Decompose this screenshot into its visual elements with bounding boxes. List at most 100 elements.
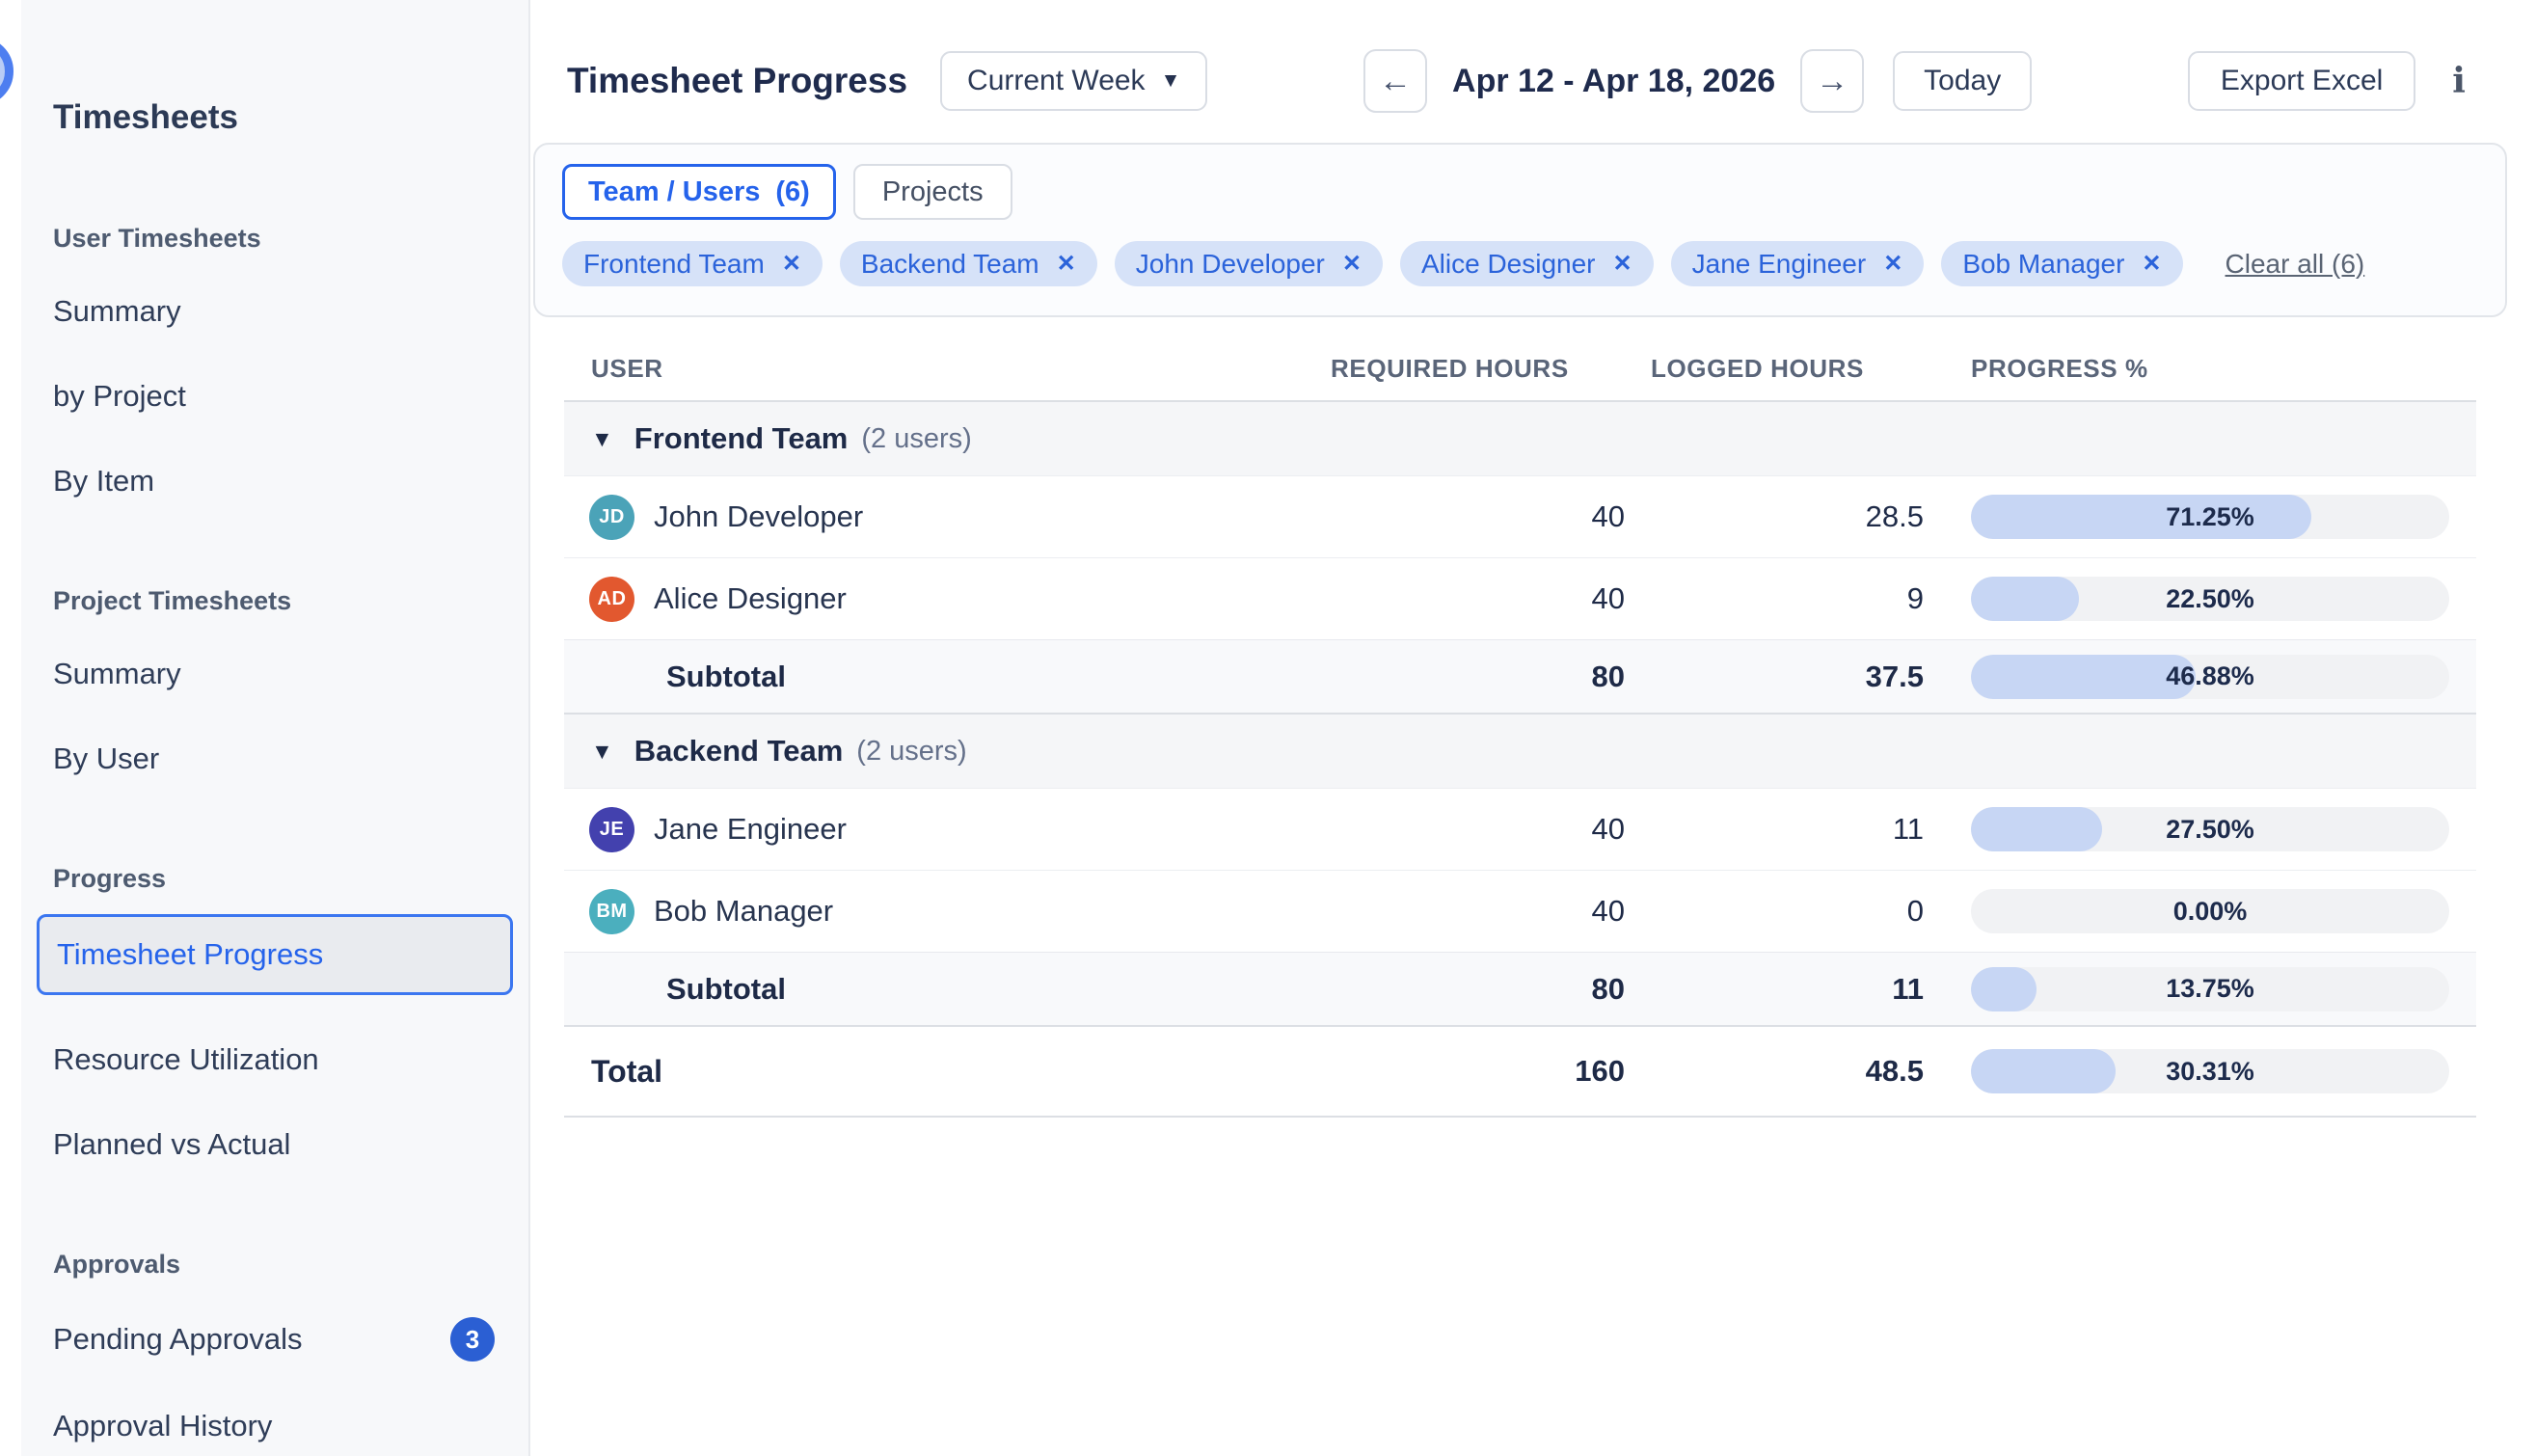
avatar: AD [589, 577, 634, 622]
filter-chip-bob-manager[interactable]: Bob Manager✕ [1941, 241, 2182, 286]
period-dropdown[interactable]: Current Week ▼ [940, 51, 1207, 111]
table-header-row: USER REQUIRED HOURS LOGGED HOURS PROGRES… [564, 352, 2476, 400]
tab-label: Projects [882, 176, 984, 208]
next-week-button[interactable]: → [1800, 49, 1864, 113]
filter-chip-backend-team[interactable]: Backend Team ✕ [840, 241, 1097, 286]
sidebar-item-pending-approvals[interactable]: Pending Approvals3 [53, 1317, 509, 1362]
required-hours-value: 40 [1331, 812, 1625, 847]
table-row-user-john-developer[interactable]: JDJohn Developer4028.571.25% [564, 475, 2476, 557]
group-user-count: (2 users) [856, 736, 966, 768]
sidebar-item-summary[interactable]: Summary [53, 291, 509, 332]
total-label: Total [564, 1054, 662, 1090]
avatar: BM [589, 889, 634, 934]
user-name: Alice Designer [654, 581, 847, 616]
sidebar-section-progress: Progress [53, 862, 509, 895]
filter-chip-alice-designer[interactable]: Alice Designer✕ [1400, 241, 1654, 286]
user-cell: JDJohn Developer [564, 495, 1331, 540]
arrow-right-icon: → [1816, 63, 1848, 100]
collapse-triangle-icon[interactable]: ▼ [591, 739, 613, 765]
group-name: Backend Team [634, 734, 844, 768]
sidebar-item-summary[interactable]: Summary [53, 654, 509, 694]
tab-team-users[interactable]: Team / Users(6) [562, 164, 836, 220]
sidebar-item-by-user[interactable]: By User [53, 739, 509, 779]
progress-bar: 71.25% [1971, 495, 2449, 539]
required-hours-value: 80 [1331, 972, 1625, 1007]
table-row-user-alice-designer[interactable]: ADAlice Designer40922.50% [564, 557, 2476, 639]
sidebar-title: Timesheets [21, 0, 528, 139]
logged-hours-value: 11 [1625, 812, 1924, 847]
prev-week-button[interactable]: ← [1363, 49, 1427, 113]
today-button[interactable]: Today [1893, 51, 2032, 111]
chip-label: John Developer [1136, 249, 1325, 280]
sidebar-item-planned-vs-actual[interactable]: Planned vs Actual [53, 1124, 509, 1165]
app-root: Timesheets User TimesheetsSummaryby Proj… [0, 0, 2536, 1456]
progress-bar: 27.50% [1971, 807, 2449, 851]
pending-count-badge: 3 [450, 1317, 495, 1362]
table-row-user-jane-engineer[interactable]: JEJane Engineer401127.50% [564, 788, 2476, 870]
avatar: JE [589, 807, 634, 852]
sidebar-item-by-item[interactable]: By Item [53, 461, 509, 501]
chip-label: Jane Engineer [1692, 249, 1867, 280]
chip-label: Frontend Team [583, 249, 765, 280]
sidebar-item-timesheet-progress[interactable]: Timesheet Progress [37, 914, 513, 995]
tab-projects[interactable]: Projects [853, 164, 1012, 220]
user-cell: Total [564, 1054, 1331, 1090]
logged-hours-value: 11 [1625, 972, 1924, 1007]
subtotal-label: Subtotal [564, 660, 786, 694]
filter-chip-jane-engineer[interactable]: Jane Engineer ✕ [1671, 241, 1925, 286]
progress-bar: 22.50% [1971, 577, 2449, 621]
sidebar-item-resource-utilization[interactable]: Resource Utilization [53, 1039, 509, 1080]
export-excel-button[interactable]: Export Excel [2188, 51, 2415, 111]
chevron-down-icon: ▼ [1161, 69, 1181, 93]
table-row-group-frontend-team[interactable]: ▼Frontend Team(2 users) [564, 400, 2476, 475]
filter-panel: Team / Users(6)Projects Frontend Team✕Ba… [533, 143, 2507, 317]
chip-close-icon[interactable]: ✕ [1613, 250, 1632, 278]
sidebar-section-approvals: Approvals [53, 1248, 509, 1281]
collapse-triangle-icon[interactable]: ▼ [591, 426, 613, 452]
filter-tabs: Team / Users(6) Projects [562, 164, 2478, 220]
logged-hours-value: 37.5 [1625, 660, 1924, 694]
page-title: Timesheet Progress [567, 61, 907, 101]
chip-close-icon[interactable]: ✕ [1057, 250, 1076, 278]
app-logo-icon[interactable] [0, 37, 13, 106]
progress-cell: 0.00% [1924, 889, 2476, 933]
left-rail [0, 0, 21, 1456]
chip-label: Backend Team [861, 249, 1039, 280]
table-row-subtotal-subtotal: Subtotal8037.546.88% [564, 639, 2476, 713]
progress-cell: 27.50% [1924, 807, 2476, 851]
sidebar-sections: User TimesheetsSummaryby ProjectBy ItemP… [21, 222, 528, 1446]
sidebar-item-approval-history[interactable]: Approval History [53, 1406, 509, 1446]
progress-cell: 30.31% [1924, 1049, 2476, 1093]
clear-all-link[interactable]: Clear all (6) [2226, 249, 2365, 280]
filter-chip-frontend-team[interactable]: Frontend Team ✕ [562, 241, 823, 286]
progress-bar: 30.31% [1971, 1049, 2449, 1093]
user-cell: BMBob Manager [564, 889, 1331, 934]
chip-close-icon[interactable]: ✕ [1342, 250, 1362, 278]
required-hours-value: 160 [1331, 1054, 1625, 1089]
progress-bar: 13.75% [1971, 967, 2449, 1011]
progress-percent-label: 27.50% [1971, 807, 2449, 851]
progress-bar: 0.00% [1971, 889, 2449, 933]
progress-cell: 71.25% [1924, 495, 2476, 539]
column-header-logged-hours: LOGGED HOURS [1625, 354, 1924, 384]
progress-cell: 22.50% [1924, 577, 2476, 621]
table-body: ▼Frontend Team(2 users)JDJohn Developer4… [564, 400, 2476, 1118]
group-user-count: (2 users) [861, 423, 971, 455]
arrow-left-icon: ← [1379, 63, 1412, 100]
required-hours-value: 40 [1331, 894, 1625, 929]
sidebar-item-by-project[interactable]: by Project [53, 376, 509, 417]
filter-chip-john-developer[interactable]: John Developer ✕ [1115, 241, 1383, 286]
filter-chips: Frontend Team✕Backend Team✕John Develope… [562, 241, 2478, 286]
table-row-user-bob-manager[interactable]: BMBob Manager4000.00% [564, 870, 2476, 952]
chip-close-icon[interactable]: ✕ [2142, 250, 2161, 278]
logged-hours-value: 48.5 [1625, 1054, 1924, 1089]
progress-percent-label: 22.50% [1971, 577, 2449, 621]
chip-close-icon[interactable]: ✕ [782, 250, 801, 278]
table-row-group-backend-team[interactable]: ▼ Backend Team (2 users) [564, 713, 2476, 788]
chip-close-icon[interactable]: ✕ [1883, 250, 1902, 278]
progress-percent-label: 46.88% [1971, 655, 2449, 699]
info-icon[interactable]: i [2452, 61, 2466, 101]
required-hours-value: 40 [1331, 581, 1625, 616]
tab-count: (6) [775, 176, 809, 208]
progress-percent-label: 0.00% [1971, 889, 2449, 933]
